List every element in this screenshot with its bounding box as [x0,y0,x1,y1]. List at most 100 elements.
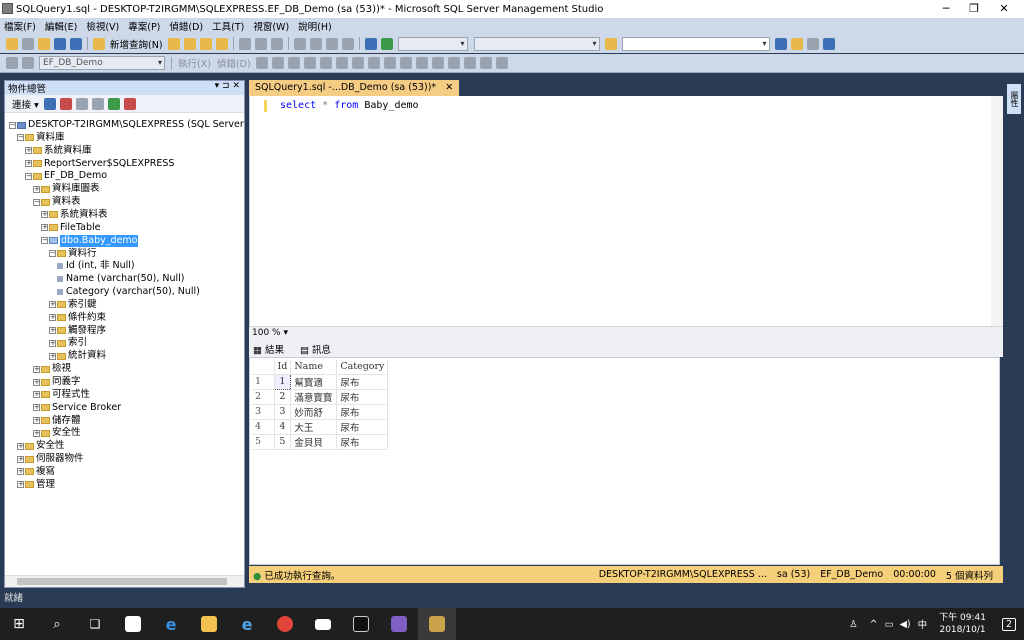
solution-config-select[interactable] [397,36,468,51]
show-hidden-icons-icon[interactable]: ^ [870,619,878,630]
expand-toggle-icon[interactable]: + [49,314,56,322]
expand-toggle-icon[interactable]: + [25,147,32,155]
disconnect-icon[interactable] [59,97,72,110]
expand-toggle-icon[interactable]: + [33,391,40,399]
row-number[interactable]: 1 [252,374,275,390]
new-query-button[interactable]: 新增查詢(N) [110,37,163,51]
undo-icon[interactable] [293,37,306,50]
cell-id[interactable]: 2 [274,389,292,405]
results-text-icon[interactable] [383,57,396,69]
maximize-button[interactable]: ❐ [958,0,990,18]
scrollbar-thumb[interactable] [17,578,227,585]
tree-node[interactable]: + 管理 [17,479,55,491]
editor-vertical-scrollbar[interactable] [991,96,1003,326]
expand-toggle-icon[interactable]: + [17,468,24,476]
start-debug-icon[interactable] [380,37,393,50]
change-connection-icon[interactable] [22,57,34,69]
clock[interactable]: 下午 09:41 2018/10/1 [939,612,986,636]
menu-edit[interactable]: 編輯(E) [45,19,77,33]
taskbar-visual-studio[interactable] [380,608,418,640]
table-row[interactable]: 1 1 幫寶適 尿布 [252,373,389,390]
zoom-dropdown-icon[interactable]: ▾ [283,328,288,338]
include-plan-icon[interactable] [335,57,348,69]
taskbar-mail[interactable] [304,608,342,640]
expand-toggle-icon[interactable]: + [33,404,40,412]
query-editor[interactable]: select * from Baby_demo [249,96,1003,326]
taskbar-ie[interactable]: e [228,608,266,640]
mdx-query-icon[interactable] [199,37,212,50]
navigate-forward-icon[interactable] [341,37,354,50]
table-row[interactable]: 3 3 妙而舒 尿布 [252,404,389,420]
tree-node[interactable]: − EF_DB_Demo [25,170,107,182]
tree-node[interactable]: Name (varchar(50), Null) [57,273,185,285]
collapse-toggle-icon[interactable]: − [25,172,32,180]
refresh-icon[interactable] [107,97,120,110]
screen-icon[interactable] [364,37,377,50]
live-stats-icon[interactable] [351,57,364,69]
cell-name[interactable]: 大王 [290,419,338,435]
db-engine-query-icon[interactable] [167,37,180,50]
tab-results[interactable]: ▦ 結果 [253,342,292,356]
taskbar-chrome[interactable] [266,608,304,640]
solution-platform-select[interactable] [473,36,600,51]
panel-controls[interactable]: ▾ ⊐ ✕ [215,81,240,91]
client-stats-icon[interactable] [367,57,380,69]
tree-node[interactable]: + 可程式性 [33,389,90,401]
find-box[interactable] [621,36,770,51]
tree-node[interactable]: + 儲存體 [33,415,81,427]
row-number[interactable]: 2 [252,389,275,405]
tree-node[interactable]: − 資料庫 [17,132,65,144]
cell-category[interactable]: 尿布 [336,434,389,450]
connect-icon[interactable] [6,57,18,69]
menu-help[interactable]: 說明(H) [298,19,332,33]
tree-node[interactable]: + Service Broker [33,402,121,414]
cell-name[interactable]: 金貝貝 [290,434,338,450]
tree-node[interactable]: + 安全性 [17,440,65,452]
collapse-toggle-icon[interactable]: − [17,134,24,142]
display-plan-icon[interactable] [287,57,300,69]
parse-icon[interactable] [271,57,284,69]
open-file-icon[interactable] [38,37,50,50]
menu-debug[interactable]: 偵錯(D) [169,19,203,33]
toolbox-icon[interactable] [806,37,819,50]
collapse-toggle-icon[interactable]: − [9,121,16,129]
cell-id[interactable]: 3 [274,404,292,420]
connect-engine-icon[interactable] [43,97,56,110]
activity-monitor-icon[interactable] [123,97,136,110]
table-row[interactable]: 5 5 金貝貝 尿布 [252,434,389,450]
people-icon[interactable]: ♙ [849,619,858,630]
expand-toggle-icon[interactable]: + [49,339,56,347]
close-button[interactable]: ✕ [988,0,1020,18]
taskbar-store[interactable] [114,608,152,640]
results-grid-icon[interactable] [399,57,412,69]
table-row[interactable]: 2 2 滿意寶寶 尿布 [252,389,389,405]
new-query-icon[interactable] [93,37,105,50]
tab-close-icon[interactable]: ✕ [445,82,453,93]
expand-toggle-icon[interactable]: + [33,185,40,193]
new-project-icon[interactable] [6,37,18,50]
add-item-icon[interactable] [22,37,34,50]
cell-id[interactable]: 5 [274,434,292,450]
expand-toggle-icon[interactable]: + [17,455,24,463]
column-header-id[interactable]: Id [274,360,292,375]
ime-indicator[interactable]: 中 [918,617,928,631]
tree-node[interactable]: Category (varchar(50), Null) [57,286,200,298]
expand-toggle-icon[interactable]: + [49,327,56,335]
collapse-toggle-icon[interactable]: − [33,198,40,206]
taskbar-ssms[interactable] [418,608,456,640]
tree-node[interactable]: + 索引 [49,337,87,349]
tree-node[interactable]: − 資料行 [49,248,97,260]
redo-icon[interactable] [309,37,322,50]
search-button[interactable]: ⌕ [38,608,76,640]
query-designer-icon[interactable] [303,57,316,69]
expand-toggle-icon[interactable]: + [33,417,40,425]
comment-icon[interactable] [431,57,444,69]
tree-node[interactable]: + 伺服器物件 [17,453,84,465]
query-text[interactable]: select * from Baby_demo [280,100,419,111]
taskbar-terminal[interactable] [342,608,380,640]
connect-button[interactable]: 連接 ▾ [12,97,39,111]
tree-node[interactable]: Id (int, 非 Null) [57,260,135,272]
expand-toggle-icon[interactable]: + [25,160,32,168]
cell-id[interactable]: 4 [274,419,292,435]
menu-project[interactable]: 專案(P) [128,19,160,33]
